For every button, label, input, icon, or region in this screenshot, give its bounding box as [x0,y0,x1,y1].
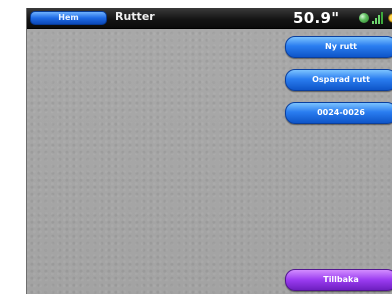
depth-readout: 50.9" [293,9,340,27]
page-title: Rutter [115,10,155,23]
gps-icon [359,13,369,23]
device-screen: Hem Rutter 50.9" Ny rutt Osparad rutt 00… [26,8,392,294]
new-route-button[interactable]: Ny rutt [285,36,392,58]
header-bar: Hem Rutter 50.9" [27,8,392,29]
back-button[interactable]: Tillbaka [285,269,392,291]
status-icons [357,11,392,25]
unsaved-route-button[interactable]: Osparad rutt [285,69,392,91]
signal-icon [372,12,386,24]
home-button[interactable]: Hem [30,11,107,25]
route-item-button[interactable]: 0024-0026 [285,102,392,124]
settings-icon [388,12,392,24]
